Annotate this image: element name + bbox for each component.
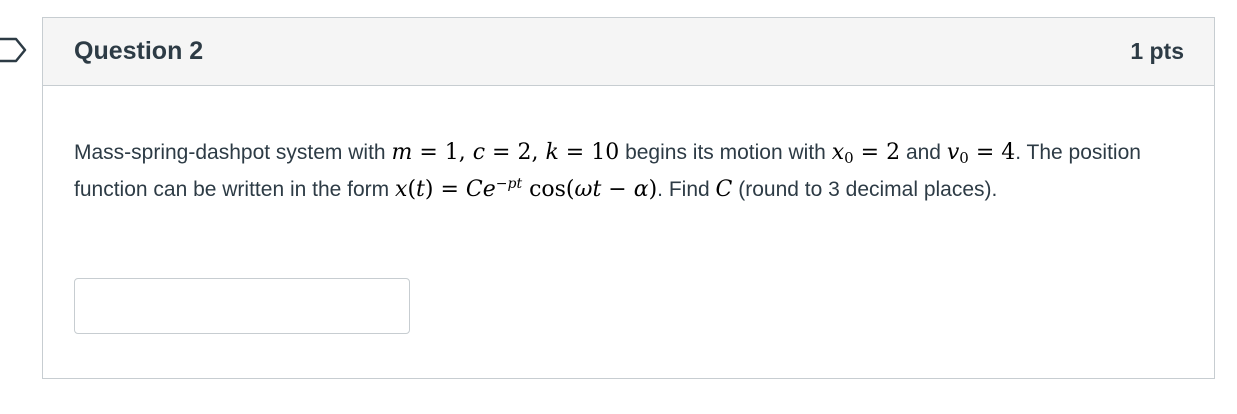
question-text-part: begins its motion with xyxy=(625,141,826,164)
initial-velocity-math: v0 = 4 xyxy=(946,140,1016,167)
initial-position-math: x0 = 2 xyxy=(831,140,901,167)
question-text-part: and xyxy=(905,141,941,164)
answer-input[interactable] xyxy=(74,278,410,334)
flag-question-icon[interactable] xyxy=(0,37,28,63)
mass-spring-params-math: m = 1, c = 2, k = 10 xyxy=(391,140,620,165)
question-points: 1 pts xyxy=(1130,38,1184,64)
question-title: Question 2 xyxy=(74,37,204,65)
position-function-math: x(t) = Ce−pt cos(ωt − α) xyxy=(395,176,658,202)
question-text: Mass-spring-dashpot system with m = 1, c… xyxy=(74,134,1174,208)
question-text-part: Mass-spring-dashpot system with xyxy=(74,141,386,164)
question-card: Question 2 1 pts Mass-spring-dashpot sys… xyxy=(42,17,1215,379)
question-text-part: (round to 3 decimal places). xyxy=(738,178,998,201)
question-header: Question 2 1 pts xyxy=(43,18,1214,86)
find-variable-math: C xyxy=(715,177,733,202)
question-body: Mass-spring-dashpot system with m = 1, c… xyxy=(43,86,1214,334)
question-text-part: . Find xyxy=(657,178,710,201)
